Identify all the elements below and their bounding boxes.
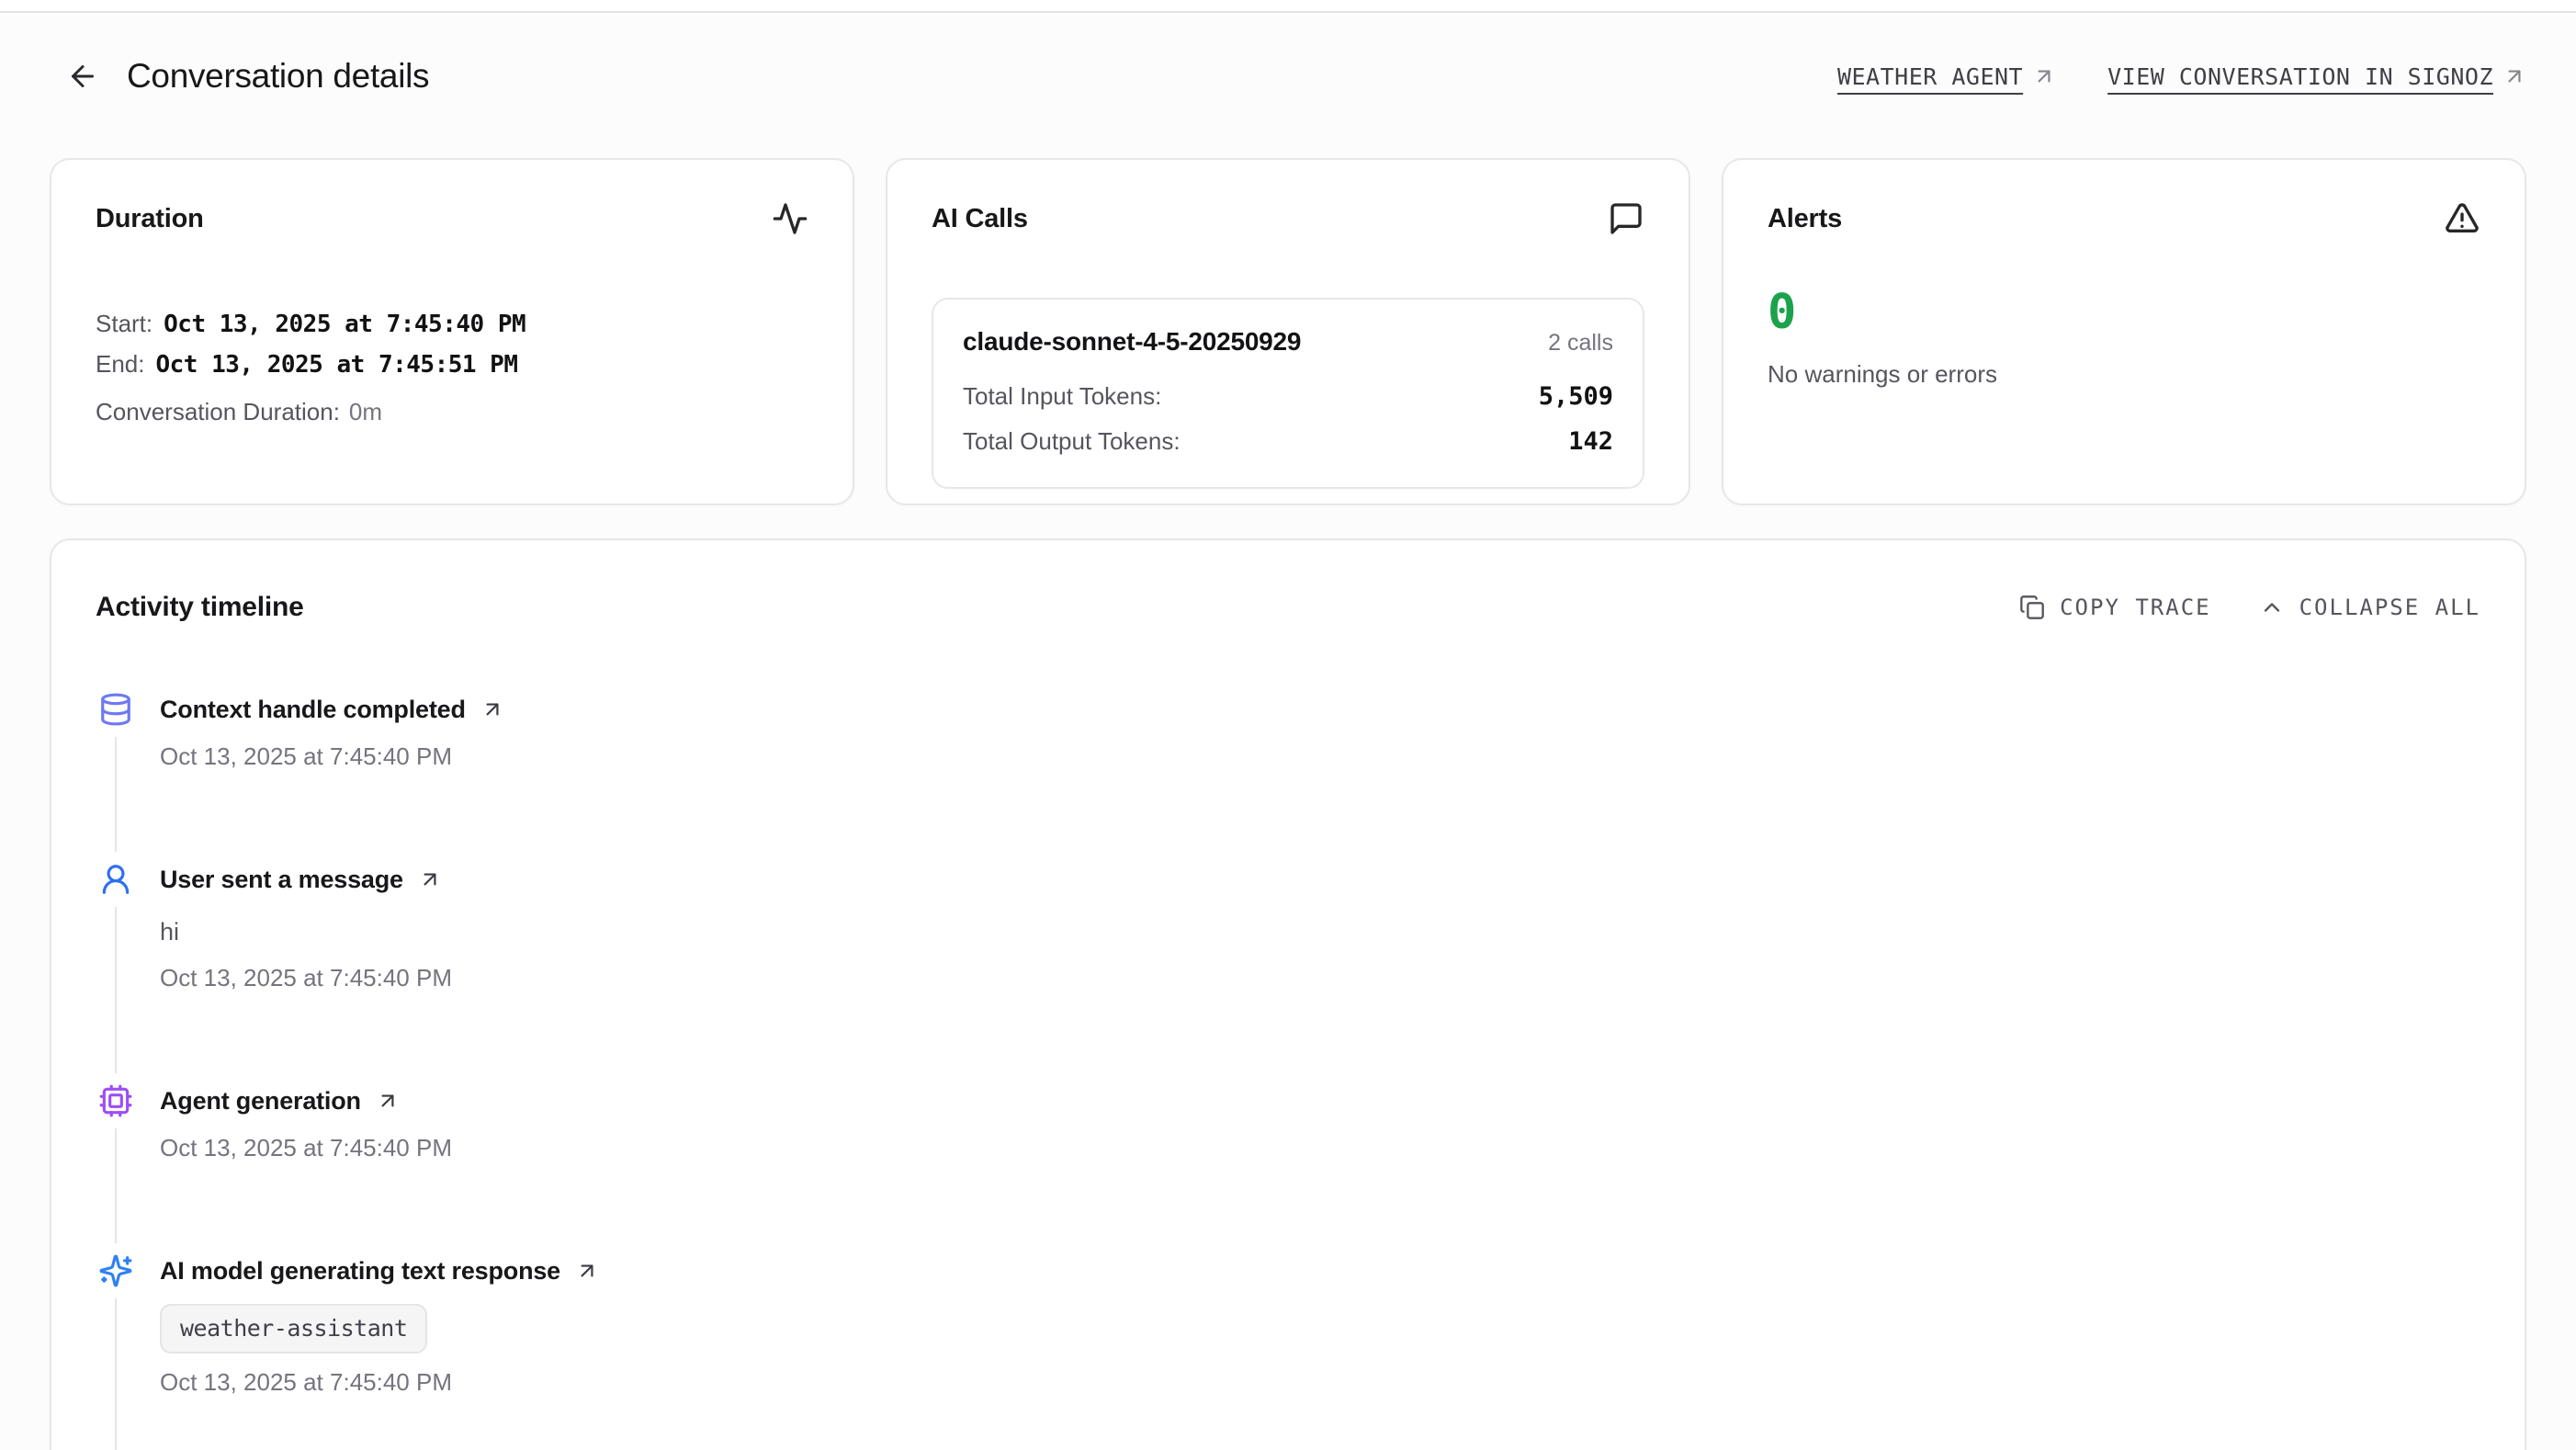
timeline-connector: [115, 737, 117, 852]
conversation-details-page: Conversation details WEATHER AGENT VIEW …: [0, 50, 2576, 1450]
arrow-left-icon: [66, 60, 99, 93]
output-tokens-label: Total Output Tokens:: [963, 427, 1181, 456]
weather-agent-link-label: WEATHER AGENT: [1837, 63, 2023, 90]
duration-card: Duration Start: Oct 13, 2025 at 7:45:40 …: [50, 158, 854, 505]
timeline-list: Context handle completed Oct 13, 2025 at…: [96, 691, 2480, 1450]
end-row: End: Oct 13, 2025 at 7:45:51 PM: [96, 346, 808, 384]
conversation-duration-value: 0m: [349, 393, 382, 431]
arrow-up-right-icon: [418, 867, 442, 891]
end-value: Oct 13, 2025 at 7:45:51 PM: [156, 346, 518, 384]
input-tokens-value: 5,509: [1539, 382, 1613, 411]
input-tokens-label: Total Input Tokens:: [963, 382, 1161, 411]
timeline-connector: [115, 1298, 117, 1450]
agent-name-badge: weather-assistant: [160, 1304, 427, 1354]
event-timestamp: Oct 13, 2025 at 7:45:40 PM: [160, 742, 504, 771]
arrow-up-right-icon: [376, 1089, 400, 1113]
end-label: End:: [96, 346, 145, 383]
event-title: Agent generation: [160, 1087, 361, 1116]
start-row: Start: Oct 13, 2025 at 7:45:40 PM: [96, 305, 808, 344]
chevron-up-icon: [2259, 595, 2285, 620]
sparkles-icon: [97, 1252, 134, 1289]
event-timestamp: Oct 13, 2025 at 7:45:40 PM: [160, 1134, 452, 1162]
view-conversation-in-signoz-link[interactable]: VIEW CONVERSATION IN SIGNOZ: [2107, 63, 2526, 90]
header-links: WEATHER AGENT VIEW CONVERSATION IN SIGNO…: [1837, 63, 2526, 90]
stat-cards: Duration Start: Oct 13, 2025 at 7:45:40 …: [50, 158, 2526, 505]
collapse-all-label: COLLAPSE ALL: [2299, 595, 2480, 620]
event-timestamp: Oct 13, 2025 at 7:45:40 PM: [160, 1368, 599, 1397]
timeline-item-ai-text-response: AI model generating text response weathe…: [96, 1252, 2480, 1450]
copy-trace-button[interactable]: COPY TRACE: [2019, 595, 2211, 620]
timeline-item-agent-generation: Agent generation Oct 13, 2025 at 7:45:40…: [96, 1082, 2480, 1252]
activity-icon: [772, 200, 808, 237]
event-title: AI model generating text response: [160, 1257, 560, 1286]
copy-trace-label: COPY TRACE: [2060, 595, 2211, 620]
collapse-all-button[interactable]: COLLAPSE ALL: [2259, 595, 2480, 620]
signoz-link-label: VIEW CONVERSATION IN SIGNOZ: [2107, 63, 2493, 90]
arrow-up-right-icon: [575, 1259, 599, 1283]
output-tokens-value: 142: [1568, 427, 1613, 456]
external-link-arrow-icon: [2503, 64, 2526, 88]
message-square-icon: [1608, 200, 1644, 237]
event-link-context-handle[interactable]: Context handle completed: [160, 691, 504, 728]
timeline-actions: COPY TRACE COLLAPSE ALL: [2019, 595, 2480, 620]
page-header: Conversation details WEATHER AGENT VIEW …: [50, 50, 2526, 103]
event-link-ai-text-response[interactable]: AI model generating text response: [160, 1252, 599, 1289]
arrow-up-right-icon: [480, 697, 504, 721]
start-label: Start:: [96, 305, 153, 343]
model-usage-box: claude-sonnet-4-5-20250929 2 calls Total…: [932, 298, 1644, 489]
ai-calls-card-title: AI Calls: [932, 204, 1028, 234]
alerts-card-title: Alerts: [1768, 204, 1842, 234]
top-divider: [0, 0, 2576, 13]
event-title: User sent a message: [160, 866, 403, 894]
event-title: Context handle completed: [160, 696, 466, 724]
copy-icon: [2019, 595, 2045, 620]
timeline-item-context-handle: Context handle completed Oct 13, 2025 at…: [96, 691, 2480, 861]
activity-timeline-title: Activity timeline: [96, 592, 304, 623]
alerts-count: 0: [1768, 289, 2480, 336]
user-icon: [97, 861, 134, 898]
timeline-connector: [115, 1128, 117, 1243]
conversation-duration-row: Conversation Duration: 0m: [96, 393, 808, 431]
external-link-arrow-icon: [2032, 64, 2056, 88]
event-link-user-message[interactable]: User sent a message: [160, 861, 452, 898]
alerts-card: Alerts 0 No warnings or errors: [1722, 158, 2526, 505]
event-timestamp: Oct 13, 2025 at 7:45:40 PM: [160, 964, 452, 992]
alerts-message: No warnings or errors: [1768, 360, 2480, 389]
cpu-icon: [97, 1082, 134, 1119]
event-link-agent-generation[interactable]: Agent generation: [160, 1082, 452, 1119]
page-title: Conversation details: [127, 57, 429, 96]
database-icon: [97, 691, 134, 728]
conversation-duration-label: Conversation Duration:: [96, 393, 340, 431]
back-button[interactable]: [62, 56, 103, 96]
start-value: Oct 13, 2025 at 7:45:40 PM: [164, 306, 525, 344]
model-name: claude-sonnet-4-5-20250929: [963, 327, 1301, 357]
activity-timeline-panel: Activity timeline COPY TRACE COLLAPSE AL…: [50, 538, 2526, 1450]
timeline-connector: [115, 907, 117, 1073]
triangle-alert-icon: [2444, 200, 2480, 237]
ai-calls-card: AI Calls claude-sonnet-4-5-20250929 2 ca…: [886, 158, 1690, 505]
model-call-count: 2 calls: [1548, 330, 1613, 357]
event-message-body: hi: [160, 914, 452, 949]
duration-card-title: Duration: [96, 204, 204, 234]
timeline-item-user-message: User sent a message hi Oct 13, 2025 at 7…: [96, 861, 2480, 1082]
weather-agent-link[interactable]: WEATHER AGENT: [1837, 63, 2056, 90]
